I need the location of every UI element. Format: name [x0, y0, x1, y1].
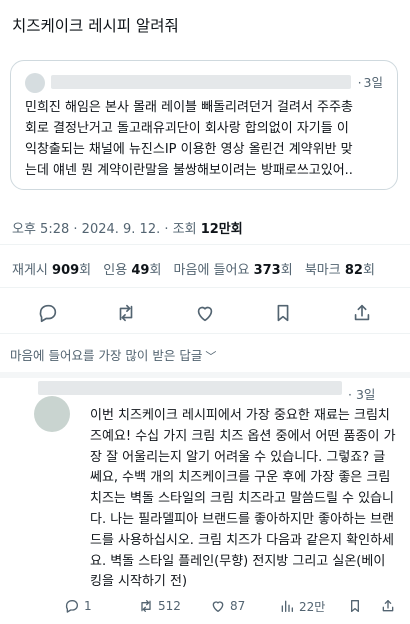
reply-timestamp: · 3일	[348, 387, 376, 402]
reply-icon	[39, 304, 57, 323]
section-separator	[0, 372, 410, 378]
quoted-post-body: 민희진 해임은 본사 몰래 레이블 빼돌리려던거 걸려서 주주총 회로 결정난거…	[25, 97, 387, 181]
reply-line: 장 잘 어울리는지 알기 어려울 수 있습니다. 그렇죠? 글	[90, 449, 386, 465]
engagement-stats: 재게시 909회 인용 49회 마음에 들어요 373회 북마크 82회	[12, 259, 383, 278]
divider	[0, 244, 410, 245]
chevron-down-icon: ﹀	[205, 350, 217, 363]
quotes-stat[interactable]: 인용 49회	[103, 263, 161, 278]
reply-bookmark-button[interactable]	[347, 596, 367, 616]
reply-reply-button[interactable]: 1	[64, 596, 92, 616]
views-count: 22만	[299, 599, 326, 614]
reply-body: 이번 치즈케이크 레시피에서 가장 중요한 재료는 크림치 즈예요! 수십 가지…	[90, 406, 406, 593]
like-button[interactable]	[194, 302, 216, 324]
views-icon	[281, 600, 293, 612]
reply-repost-button[interactable]: 512	[138, 596, 181, 616]
reply-share-button[interactable]	[380, 596, 400, 616]
reposts-stat[interactable]: 재게시 909회	[12, 263, 91, 278]
quoted-line: 익창출되는 채널에 뉴진스IP 이용한 영상 올린건 계약위반 맞	[25, 142, 353, 157]
divider	[0, 287, 410, 288]
reply-line: 이번 치즈케이크 레시피에서 가장 중요한 재료는 크림치	[90, 408, 390, 423]
share-icon	[354, 304, 370, 321]
reply-line: 요. 벽돌 스타일 플레인(무향) 전지방 그리고 실온(베이	[90, 553, 386, 569]
reply-avatar[interactable]	[34, 396, 70, 432]
reply-button[interactable]	[37, 302, 59, 324]
reply-line: 치즈는 벽돌 스타일의 크림 치즈라고 말씀드릴 수 있습니	[90, 491, 395, 507]
repost-icon	[119, 304, 133, 322]
repost-button[interactable]	[115, 302, 137, 324]
reply-author-redacted	[38, 381, 342, 395]
quoted-line: 민희진 해임은 본사 몰래 레이블 빼돌리려던거 걸려서 주주총	[25, 100, 353, 115]
quoted-line: 는데 얘넨 뭔 계약이란말을 불쌍해보이려는 방패로쓰고있어..	[25, 163, 353, 178]
reply-line: 킹을 시작하기 전)	[90, 574, 188, 590]
share-icon	[382, 600, 394, 612]
share-button[interactable]	[351, 302, 373, 324]
reply-like-button[interactable]: 87	[210, 596, 245, 616]
post-time: 오후 5:28	[12, 222, 70, 237]
post-meta: 오후 5:28 · 2024. 9. 12. · 조회 12만회	[12, 222, 243, 237]
quoted-timestamp: · 3일	[357, 75, 383, 90]
quoted-author-redacted	[51, 75, 351, 89]
quoted-post[interactable]: · 3일 민희진 해임은 본사 몰래 레이블 빼돌리려던거 걸려서 주주총 회로 …	[10, 60, 398, 190]
reply-line: 다. 나는 필라델피아 브랜드를 좋아하지만 좋아하는 브랜	[90, 511, 395, 527]
views-count: 12만회	[200, 222, 243, 237]
bookmark-icon	[277, 304, 289, 322]
bookmarks-stat[interactable]: 북마크 82회	[305, 263, 375, 278]
repost-icon	[141, 600, 151, 612]
like-count: 87	[230, 599, 246, 613]
reply-line: 즈예요! 수십 가지 크림 치즈 옵션 중에서 어떤 품종이 가	[90, 428, 396, 444]
reply-line: 쎄요, 수백 개의 치즈케이크를 구운 후에 가장 좋은 크림	[90, 470, 391, 486]
views-label: 조회	[172, 222, 197, 237]
reply-icon	[65, 600, 78, 613]
reply-views-button[interactable]: 22만	[279, 596, 325, 616]
divider	[0, 333, 410, 334]
bookmark-icon	[351, 600, 359, 612]
quoted-avatar[interactable]	[25, 73, 45, 93]
repost-count: 512	[158, 599, 181, 613]
like-icon	[197, 306, 213, 322]
reply-sort-dropdown[interactable]: 마음에 들어요를 가장 많이 받은 답글 ﹀	[10, 345, 216, 364]
bookmark-button[interactable]	[272, 302, 294, 324]
likes-stat[interactable]: 마음에 들어요 373회	[174, 263, 293, 278]
reply-line: 드를 사용하십시오. 크림 치즈가 다음과 같은지 확인하세	[90, 532, 395, 548]
reply-count: 1	[84, 599, 92, 613]
post-text: 치즈케이크 레시피 알려줘	[12, 17, 179, 35]
post-date: 2024. 9. 12.	[81, 222, 161, 237]
like-icon	[212, 601, 224, 612]
quoted-line: 회로 결정난거고 돌고래유괴단이 회사랑 합의없이 자기들 이	[25, 121, 349, 136]
